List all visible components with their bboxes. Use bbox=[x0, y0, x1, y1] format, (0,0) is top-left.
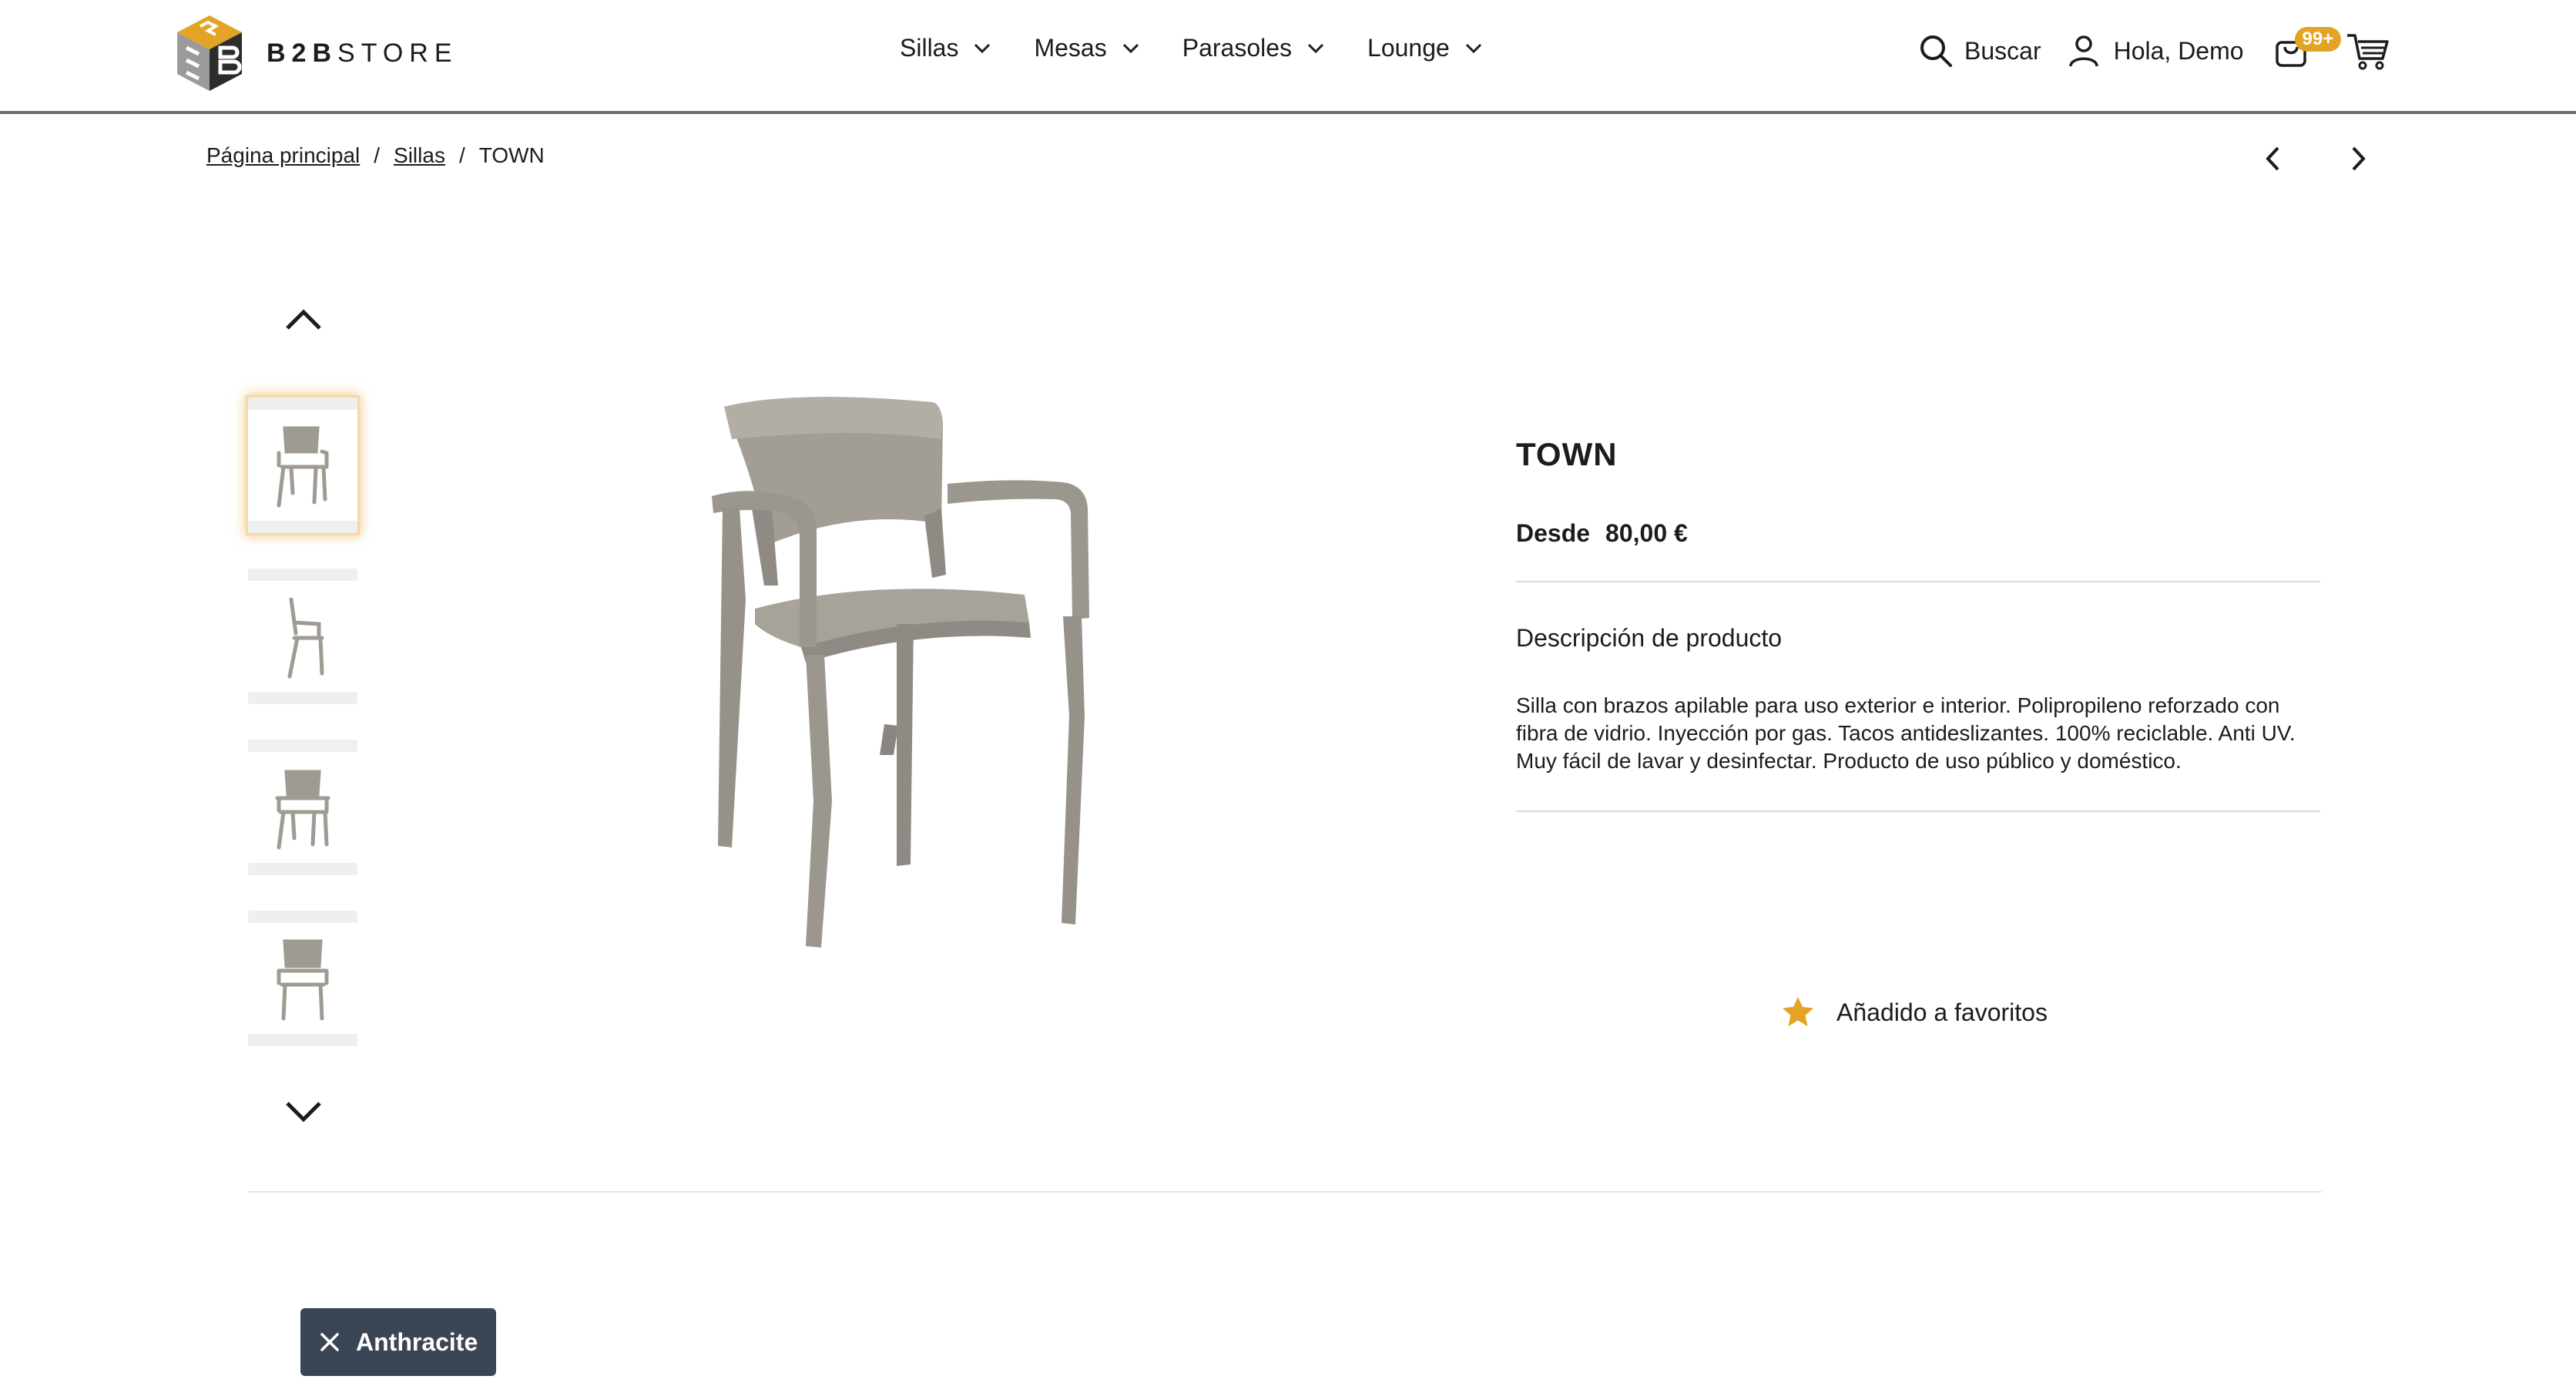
breadcrumb: Página principal / Sillas / TOWN bbox=[206, 143, 545, 168]
chevron-down-icon bbox=[974, 43, 991, 53]
chevron-down-icon bbox=[1307, 43, 1324, 53]
product-description: Silla con brazos apilable para uso exter… bbox=[1516, 693, 2296, 773]
nav-item-parasoles[interactable]: Parasoles bbox=[1182, 34, 1324, 62]
cart-icon bbox=[2346, 34, 2389, 70]
brand-name-light: STORE bbox=[337, 38, 458, 68]
bag-count-badge: 99+ bbox=[2294, 27, 2342, 52]
nav-item-label: Lounge bbox=[1367, 34, 1450, 62]
brand-name-bold: B2B bbox=[267, 38, 338, 68]
nav-item-mesas[interactable]: Mesas bbox=[1034, 34, 1139, 62]
header-actions: Buscar Hola, Demo 99+ bbox=[1918, 27, 2389, 71]
chair-front-angle-image bbox=[277, 426, 329, 508]
search-icon bbox=[1920, 35, 1952, 67]
gallery-thumbnail-4[interactable] bbox=[248, 911, 357, 1046]
brand-logo[interactable]: B2BSTORE bbox=[174, 14, 458, 92]
chevron-down-icon bbox=[1465, 43, 1481, 53]
thumbnails-down-button[interactable] bbox=[282, 1100, 325, 1128]
main-nav: Sillas Mesas Parasoles Lounge bbox=[900, 34, 1525, 62]
product-title: TOWN bbox=[1516, 436, 1618, 472]
star-icon bbox=[1783, 997, 1813, 1026]
gallery-thumbnail-3[interactable] bbox=[248, 740, 357, 875]
thumbnails-up-button[interactable] bbox=[282, 308, 325, 336]
filter-chip-label: Anthracite bbox=[356, 1327, 478, 1356]
nav-item-label: Mesas bbox=[1034, 34, 1107, 62]
cart-button[interactable] bbox=[2346, 31, 2389, 71]
price-prefix: Desde bbox=[1516, 519, 1591, 547]
chair-front-image bbox=[277, 939, 329, 1021]
search-button[interactable]: Buscar bbox=[1918, 33, 2041, 69]
product-price: Desde 80,00 € bbox=[1516, 519, 2320, 548]
site-header: B2BSTORE Sillas Mesas Parasoles Lounge B… bbox=[0, 0, 2576, 114]
chair-illustration bbox=[712, 397, 1089, 948]
brand-name: B2BSTORE bbox=[267, 39, 458, 69]
price-value: 80,00 € bbox=[1605, 519, 1688, 547]
active-filter-chip[interactable]: Anthracite bbox=[300, 1308, 496, 1376]
product-main-image[interactable] bbox=[701, 393, 1117, 948]
nav-item-sillas[interactable]: Sillas bbox=[900, 34, 991, 62]
breadcrumb-category-link[interactable]: Sillas bbox=[394, 143, 445, 168]
close-icon[interactable] bbox=[319, 1331, 340, 1353]
breadcrumb-separator: / bbox=[374, 143, 381, 167]
product-pager bbox=[2257, 143, 2374, 174]
shopping-bag-button[interactable]: 99+ bbox=[2273, 27, 2342, 69]
previous-product-button[interactable] bbox=[2257, 143, 2288, 174]
chair-side-image bbox=[287, 597, 324, 679]
gallery-thumbnail-2[interactable] bbox=[248, 569, 357, 704]
breadcrumb-home-link[interactable]: Página principal bbox=[206, 143, 360, 168]
breadcrumb-current: TOWN bbox=[478, 143, 545, 167]
gallery-thumbnail-1[interactable] bbox=[248, 398, 357, 533]
nav-item-label: Parasoles bbox=[1182, 34, 1293, 62]
nav-item-lounge[interactable]: Lounge bbox=[1367, 34, 1482, 62]
nav-item-label: Sillas bbox=[900, 34, 959, 62]
search-label: Buscar bbox=[1964, 36, 2041, 65]
chair-back-angle-image bbox=[275, 770, 330, 850]
chevron-down-icon bbox=[286, 1102, 321, 1123]
chevron-down-icon bbox=[1122, 43, 1139, 53]
next-product-button[interactable] bbox=[2343, 143, 2374, 174]
chevron-left-icon bbox=[2266, 146, 2279, 171]
logo-cube-icon bbox=[177, 15, 242, 91]
breadcrumb-separator: / bbox=[458, 143, 465, 167]
chevron-up-icon bbox=[286, 309, 321, 330]
divider bbox=[1516, 810, 2320, 812]
account-button[interactable]: Hola, Demo bbox=[2066, 33, 2244, 69]
chevron-right-icon bbox=[2352, 146, 2366, 171]
section-divider bbox=[248, 1191, 2322, 1193]
user-icon bbox=[2068, 35, 2098, 67]
favorite-label: Añadido a favoritos bbox=[1836, 998, 2048, 1026]
divider bbox=[1516, 581, 2320, 582]
product-info: TOWN Desde 80,00 € bbox=[1516, 436, 2320, 548]
user-greeting: Hola, Demo bbox=[2113, 36, 2244, 65]
favorite-button[interactable]: Añadido a favoritos bbox=[1781, 995, 2048, 1029]
description-heading[interactable]: Descripción de producto bbox=[1516, 624, 1782, 653]
